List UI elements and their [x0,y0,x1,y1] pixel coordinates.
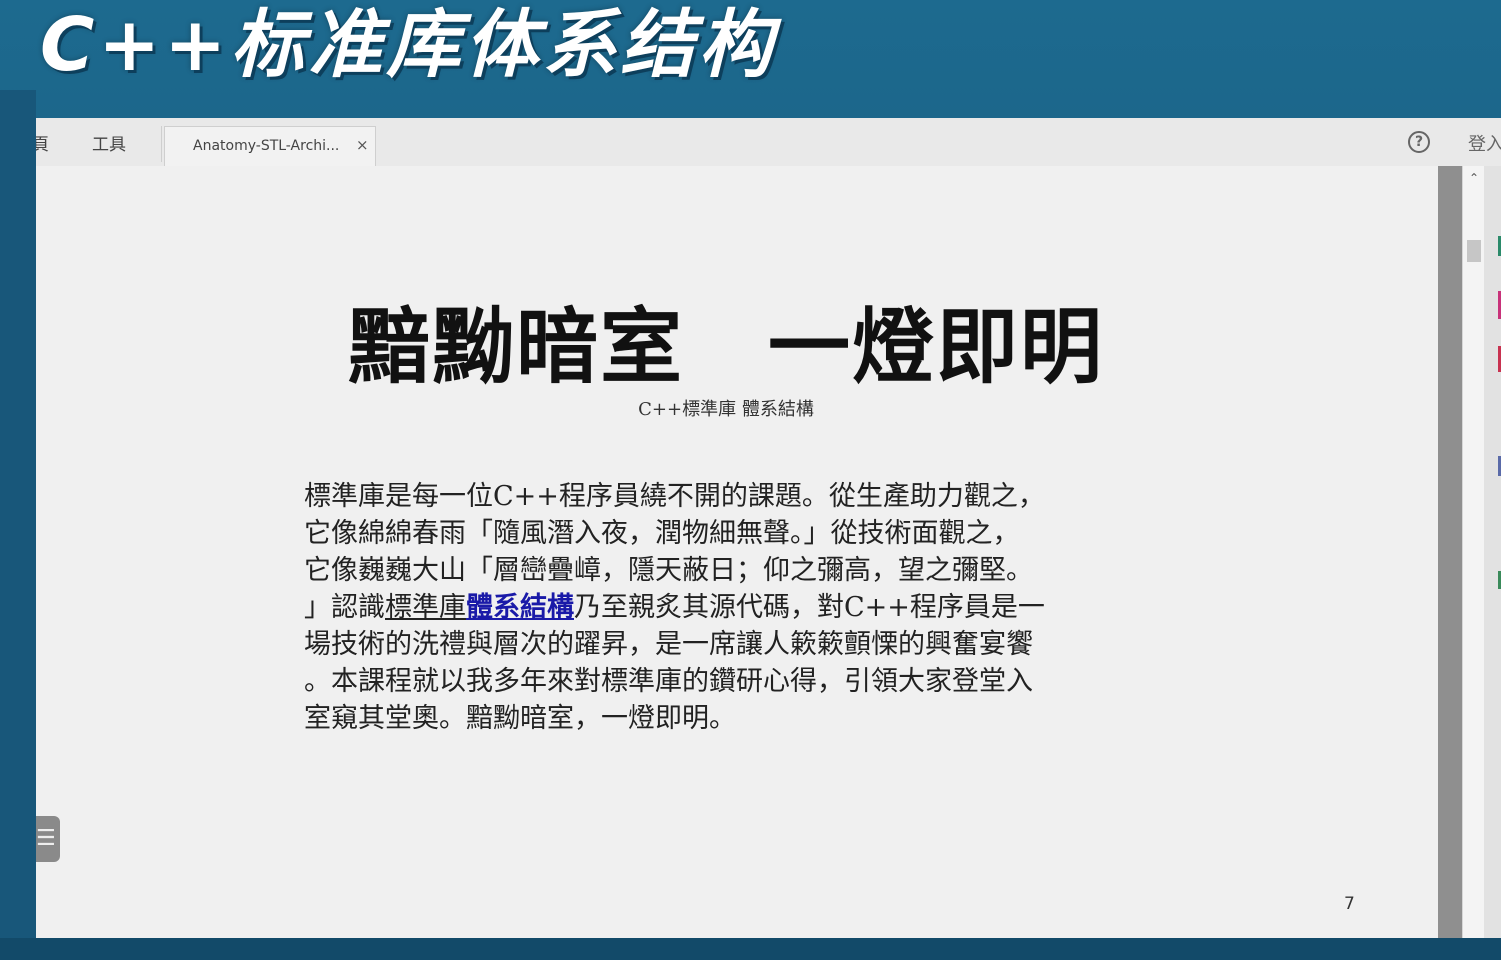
scroll-thumb[interactable] [1467,240,1481,262]
vertical-scrollbar[interactable]: ⌃ [1462,166,1485,938]
page-subtitle: C++標準庫 體系結構 [638,399,814,420]
pdf-viewer-window: 頁 工具 Anatomy-STL-Archi... × ? 登入 黯黝暗室 一燈… [36,118,1501,938]
page-gutter [1438,166,1462,938]
scroll-up-icon[interactable]: ⌃ [1463,168,1485,188]
viewer-toolbar: 頁 工具 Anatomy-STL-Archi... × ? 登入 [36,118,1501,167]
tab-document[interactable]: Anatomy-STL-Archi... × [164,126,376,166]
right-panel-edge [1484,166,1501,938]
help-icon[interactable]: ? [1408,131,1430,153]
page-title: 黯黝暗室 一燈即明 [347,300,1104,395]
body-line: 標準庫是每一位C++程序員繞不開的課題。從生產助力觀之， [304,481,1045,512]
toolbar-divider [161,126,162,162]
body-paragraph: 標準庫是每一位C++程序員繞不開的課題。從生產助力觀之， 它像綿綿春雨「隨風潛入… [304,478,1144,737]
menu-lines-icon: ☰ [36,826,56,851]
hyperlink[interactable]: 體系結構 [466,592,574,623]
left-background-strip [0,90,36,940]
tab-document-label: Anatomy-STL-Archi... [193,138,340,154]
body-line: 場技術的洗禮與層次的躍昇，是一席讓人簌簌顫慄的興奮宴饗 [304,629,1033,660]
body-line: 它像巍巍大山「層巒疊嶂，隱天蔽日；仰之彌高，望之彌堅。 [304,555,1033,586]
banner-title: C++标准库体系结构 [40,2,777,88]
menu-tools[interactable]: 工具 [92,130,126,155]
side-panel-toggle[interactable]: ☰ [36,816,60,862]
menu-home[interactable]: 頁 [36,130,49,155]
body-text-span: 」認識 [304,592,385,623]
page-number: 7 [1344,894,1355,914]
underlined-text: 標準庫 [385,592,466,623]
login-button[interactable]: 登入 [1468,130,1501,156]
body-line: 它像綿綿春雨「隨風潛入夜，潤物細無聲。」從技術面觀之， [304,518,1020,549]
body-text-span: 乃至親炙其源代碼，對C++程序員是一 [574,592,1045,623]
body-line: 」認識標準庫體系結構乃至親炙其源代碼，對C++程序員是一 [304,589,1144,626]
body-line: 。本課程就以我多年來對標準庫的鑽研心得，引領大家登堂入 [304,666,1033,697]
close-icon[interactable]: × [356,136,369,154]
body-line: 室窺其堂奧。黯黝暗室，一燈即明。 [304,703,736,734]
bottom-background-strip [0,938,1501,960]
document-page: 黯黝暗室 一燈即明 C++標準庫 體系結構 標準庫是每一位C++程序員繞不開的課… [36,166,1438,938]
